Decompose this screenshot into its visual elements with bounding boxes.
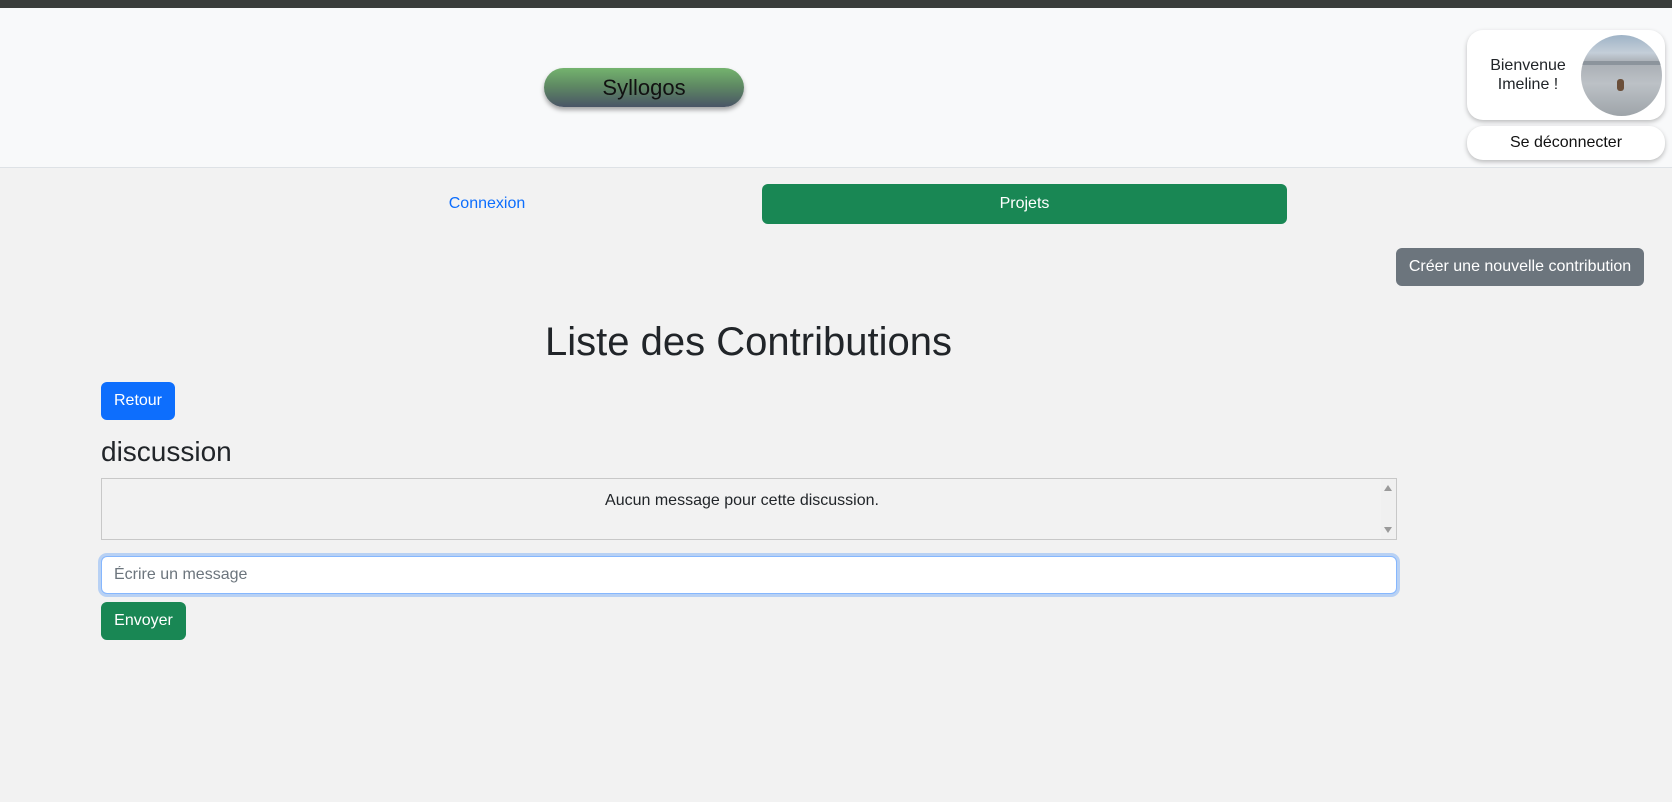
avatar[interactable]: [1581, 35, 1662, 116]
logout-button[interactable]: Se déconnecter: [1467, 126, 1665, 160]
empty-messages-text: Aucun message pour cette discussion.: [605, 492, 879, 509]
messages-box[interactable]: Aucun message pour cette discussion.: [101, 478, 1397, 540]
greeting-line-2: Imeline !: [1497, 76, 1559, 93]
site-header: Syllogos Bienvenue Imeline ! Se déconnec…: [0, 8, 1672, 168]
user-card: Bienvenue Imeline !: [1467, 30, 1665, 120]
avatar-horizon: [1581, 61, 1662, 65]
scroll-up-arrow-icon[interactable]: [1384, 485, 1392, 491]
new-contribution-button[interactable]: Créer une nouvelle contribution: [1396, 248, 1644, 286]
user-greeting: Bienvenue Imeline !: [1475, 56, 1581, 94]
messages-scrollbar[interactable]: [1381, 479, 1396, 539]
top-strip: [0, 0, 1672, 8]
nav-item-projets[interactable]: Projets: [762, 184, 1287, 224]
avatar-figure: [1617, 79, 1624, 91]
brand-logo[interactable]: Syllogos: [544, 68, 744, 107]
message-input[interactable]: [101, 556, 1397, 594]
back-button[interactable]: Retour: [101, 382, 175, 420]
send-button[interactable]: Envoyer: [101, 602, 186, 640]
scroll-down-arrow-icon[interactable]: [1384, 527, 1392, 533]
greeting-line-1: Bienvenue: [1490, 57, 1566, 74]
nav-item-connexion[interactable]: Connexion: [262, 184, 712, 224]
discussion-heading: discussion: [101, 436, 232, 467]
page-title: Liste des Contributions: [545, 320, 952, 364]
